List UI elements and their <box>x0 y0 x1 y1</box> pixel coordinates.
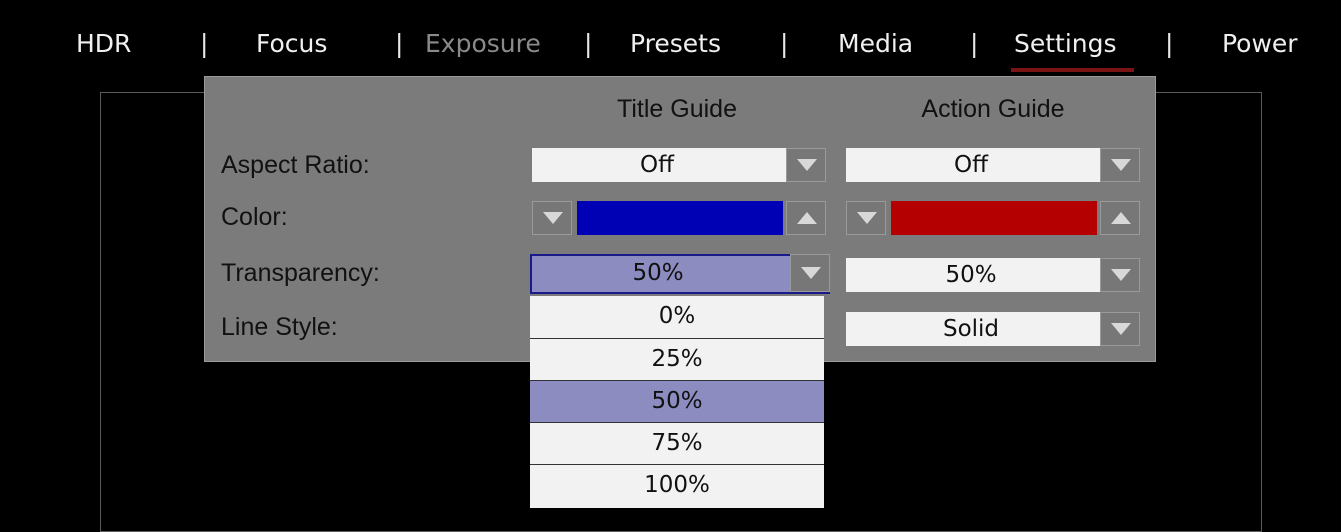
nav-tab-power[interactable]: Power <box>1222 28 1298 60</box>
dropdown-arrow-button[interactable] <box>790 254 830 292</box>
dropdown-value: 50% <box>632 260 684 286</box>
option-0-percent[interactable]: 0% <box>530 296 824 338</box>
nav-separator: | <box>395 29 404 58</box>
label-color: Color: <box>221 203 288 231</box>
dropdown-arrow-button[interactable] <box>786 148 826 182</box>
nav-separator: | <box>200 29 209 58</box>
nav-separator: | <box>584 29 593 58</box>
nav-tab-exposure[interactable]: Exposure <box>425 28 541 60</box>
active-tab-underline <box>1011 68 1134 72</box>
nav-tab-focus[interactable]: Focus <box>256 28 327 60</box>
label-aspect-ratio: Aspect Ratio: <box>221 151 370 179</box>
nav-tab-presets[interactable]: Presets <box>630 28 721 60</box>
action-color-next-button[interactable] <box>1100 201 1140 235</box>
chevron-down-icon <box>1111 159 1131 171</box>
option-25-percent[interactable]: 25% <box>530 338 824 380</box>
chevron-up-icon <box>1111 212 1131 224</box>
transparency-options-list: 0% 25% 50% 75% 100% <box>530 296 824 508</box>
title-color-next-button[interactable] <box>786 201 826 235</box>
title-aspect-ratio-dropdown[interactable]: Off <box>532 148 826 182</box>
option-75-percent[interactable]: 75% <box>530 422 824 464</box>
option-50-percent[interactable]: 50% <box>530 380 824 422</box>
action-color-swatch <box>891 201 1097 235</box>
chevron-down-icon <box>543 212 563 224</box>
chevron-down-icon <box>801 267 821 279</box>
column-header-action-guide: Action Guide <box>921 95 1065 123</box>
label-transparency: Transparency: <box>221 259 380 287</box>
nav-tab-settings[interactable]: Settings <box>1014 28 1117 60</box>
dropdown-value: Solid <box>942 316 1000 342</box>
chevron-down-icon <box>1111 269 1131 281</box>
top-navigation: HDR | Focus | Exposure | Presets | Media… <box>0 0 1341 75</box>
action-line-style-dropdown[interactable]: Solid <box>846 312 1140 346</box>
dropdown-value: 50% <box>945 262 997 288</box>
nav-separator: | <box>970 29 979 58</box>
dropdown-value: Off <box>640 152 674 178</box>
chevron-down-icon <box>797 159 817 171</box>
nav-tab-media[interactable]: Media <box>838 28 913 60</box>
chevron-down-icon <box>857 212 877 224</box>
option-100-percent[interactable]: 100% <box>530 464 824 508</box>
dropdown-arrow-button[interactable] <box>1100 148 1140 182</box>
label-line-style: Line Style: <box>221 313 338 341</box>
chevron-down-icon <box>1111 323 1131 335</box>
title-transparency-dropdown[interactable]: 50% <box>530 254 830 294</box>
dropdown-value: Off <box>954 152 988 178</box>
chevron-up-icon <box>797 212 817 224</box>
action-color-prev-button[interactable] <box>846 201 886 235</box>
nav-tab-hdr[interactable]: HDR <box>76 28 131 60</box>
dropdown-arrow-button[interactable] <box>1100 258 1140 292</box>
action-transparency-dropdown[interactable]: 50% <box>846 258 1140 292</box>
nav-separator: | <box>780 29 789 58</box>
dropdown-arrow-button[interactable] <box>1100 312 1140 346</box>
title-color-swatch <box>577 201 783 235</box>
nav-separator: | <box>1165 29 1174 58</box>
column-header-title-guide: Title Guide <box>617 95 737 123</box>
action-aspect-ratio-dropdown[interactable]: Off <box>846 148 1140 182</box>
title-color-prev-button[interactable] <box>532 201 572 235</box>
